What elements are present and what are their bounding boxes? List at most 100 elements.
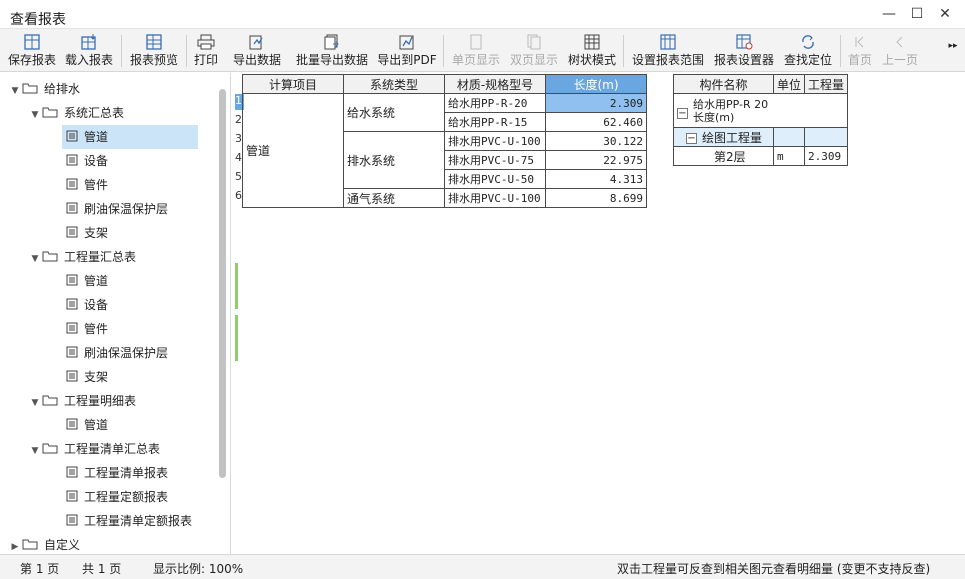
single-page-icon [450, 31, 502, 53]
table-cell[interactable]: 30.122 [545, 131, 647, 151]
locate-button[interactable]: 查找定位 [782, 31, 834, 71]
tree-group-quantity-detail[interactable]: ▼ 工程量明细表 [28, 389, 136, 413]
single-page-label: 单页显示 [451, 53, 500, 67]
chevron-down-icon[interactable]: ▼ [8, 79, 22, 103]
column-header[interactable]: 构件名称 [673, 74, 774, 94]
tree-item-fittings[interactable]: 管件 [66, 173, 108, 197]
locate-icon [782, 31, 834, 53]
toolbar-separator [121, 35, 122, 67]
table-cell[interactable]: 8.699 [545, 188, 647, 208]
table-cell[interactable]: 排水用PVC-U-100 [444, 131, 546, 151]
table-cell[interactable]: 排水系统 [343, 131, 445, 189]
tree-item-quota-report[interactable]: 工程量定额报表 [66, 485, 168, 509]
tree-node-root[interactable]: ▼ 给排水 [8, 77, 80, 101]
column-header[interactable]: 长度(m) [545, 74, 647, 94]
column-header[interactable]: 系统类型 [343, 74, 445, 94]
tree-label: 自定义 [44, 538, 81, 552]
column-header[interactable]: 单位 [772, 74, 805, 94]
close-button[interactable]: ✕ [936, 6, 954, 22]
folder-icon [42, 390, 58, 414]
report-doc-icon [66, 270, 78, 294]
tree-label: 工程量明细表 [64, 394, 137, 408]
report-doc-icon [66, 222, 78, 246]
tree-item-equipment[interactable]: 设备 [66, 149, 108, 173]
group-marker [235, 315, 238, 361]
report-doc-icon [66, 366, 78, 390]
detail-group-qty[interactable] [803, 127, 849, 147]
tree-group-bill-summary[interactable]: ▼ 工程量清单汇总表 [28, 437, 160, 461]
report-doc-icon [66, 342, 78, 366]
detail-floor-qty[interactable]: 2.309 [803, 146, 849, 166]
tree-item-pipe[interactable]: 管道 [66, 413, 108, 437]
tree-item-equipment[interactable]: 设备 [66, 293, 108, 317]
tree-item-insulation[interactable]: 刷油保温保护层 [66, 341, 168, 365]
tree-item-support[interactable]: 支架 [66, 365, 108, 389]
single-page-button[interactable]: 单页显示 [450, 31, 502, 71]
chevron-right-icon[interactable]: ▶ [8, 535, 22, 554]
batch-export-icon [294, 31, 370, 53]
detail-root-cell[interactable]: − 给水用PP-R 20 长度(m) [673, 93, 848, 128]
tree-group-system-summary[interactable]: ▼ 系统汇总表 [28, 101, 124, 125]
report-doc-icon [66, 126, 78, 150]
tree-label: 工程量清单汇总表 [64, 442, 161, 456]
toolbar-separator [186, 35, 187, 67]
tree-item-bill-report[interactable]: 工程量清单报表 [66, 461, 168, 485]
report-settings-button[interactable]: 报表设置器 [712, 31, 776, 71]
tree-item-bill-quota-report[interactable]: 工程量清单定额报表 [66, 509, 192, 533]
tree-item-fittings[interactable]: 管件 [66, 317, 108, 341]
folder-icon [22, 534, 38, 555]
table-cell[interactable]: 2.309 [545, 93, 647, 113]
detail-group-cell[interactable]: − 绘图工程量 [673, 127, 774, 147]
minimize-button[interactable]: — [880, 6, 898, 22]
tree-item-insulation[interactable]: 刷油保温保护层 [66, 197, 168, 221]
table-cell[interactable]: 给水用PP-R-15 [444, 112, 546, 132]
export-pdf-button[interactable]: 导出到PDF [376, 31, 438, 71]
table-cell[interactable]: 管道 [242, 93, 344, 208]
print-button[interactable]: 打印 [192, 31, 220, 71]
tree-mode-button[interactable]: 树状模式 [566, 31, 618, 71]
export-data-button[interactable]: 导出数据 [231, 31, 283, 71]
collapse-icon[interactable]: − [677, 107, 688, 119]
prev-page-icon [880, 31, 920, 53]
chevron-down-icon[interactable]: ▼ [28, 103, 42, 127]
double-page-button[interactable]: 双页显示 [508, 31, 560, 71]
column-header[interactable]: 材质-规格型号 [444, 74, 546, 94]
preview-button[interactable]: 报表预览 [128, 31, 180, 71]
table-cell[interactable]: 给水用PP-R-20 [444, 93, 546, 113]
first-page-label: 首页 [847, 53, 872, 67]
table-cell[interactable]: 4.313 [545, 169, 647, 189]
chevron-down-icon[interactable]: ▼ [28, 391, 42, 415]
maximize-button[interactable]: ☐ [908, 6, 926, 22]
tree-item-support[interactable]: 支架 [66, 221, 108, 245]
column-header[interactable]: 工程量 [803, 74, 849, 94]
first-page-button[interactable]: 首页 [846, 31, 874, 71]
tree-node-custom[interactable]: ▶ 自定义 [8, 533, 80, 554]
table-cell[interactable]: 给水系统 [343, 93, 445, 132]
table-cell[interactable]: 排水用PVC-U-75 [444, 150, 546, 170]
tree-scrollbar[interactable] [219, 89, 226, 478]
table-cell[interactable]: 通气系统 [343, 188, 445, 208]
table-cell[interactable]: 62.460 [545, 112, 647, 132]
tree-label: 支架 [84, 370, 109, 384]
tree-item-pipe[interactable]: 管道 [62, 125, 198, 149]
detail-group-unit[interactable] [772, 127, 805, 147]
batch-export-button[interactable]: 批量导出数据 [294, 31, 370, 71]
chevron-down-icon[interactable]: ▼ [28, 247, 42, 271]
prev-page-button[interactable]: 上一页 [880, 31, 920, 71]
table-cell[interactable]: 22.975 [545, 150, 647, 170]
tree-group-quantity-summary[interactable]: ▼ 工程量汇总表 [28, 245, 136, 269]
table-header-row: 计算项目 系统类型 材质-规格型号 长度(m) [242, 74, 647, 94]
table-cell[interactable]: 排水用PVC-U-50 [444, 169, 546, 189]
column-header[interactable]: 计算项目 [242, 74, 344, 94]
save-report-button[interactable]: 保存报表 [6, 31, 58, 71]
collapse-icon[interactable]: − [686, 132, 697, 144]
tree-item-pipe[interactable]: 管道 [66, 269, 108, 293]
report-range-button[interactable]: 设置报表范围 [630, 31, 706, 71]
chevron-down-icon[interactable]: ▼ [28, 439, 42, 463]
table-cell[interactable]: 排水用PVC-U-100 [444, 188, 546, 208]
detail-floor-name[interactable]: 第2层 [673, 146, 774, 166]
load-report-button[interactable]: 载入报表 [63, 31, 115, 71]
double-page-icon [508, 31, 560, 53]
detail-floor-unit[interactable]: m [772, 146, 805, 166]
export-data-label: 导出数据 [232, 53, 281, 67]
